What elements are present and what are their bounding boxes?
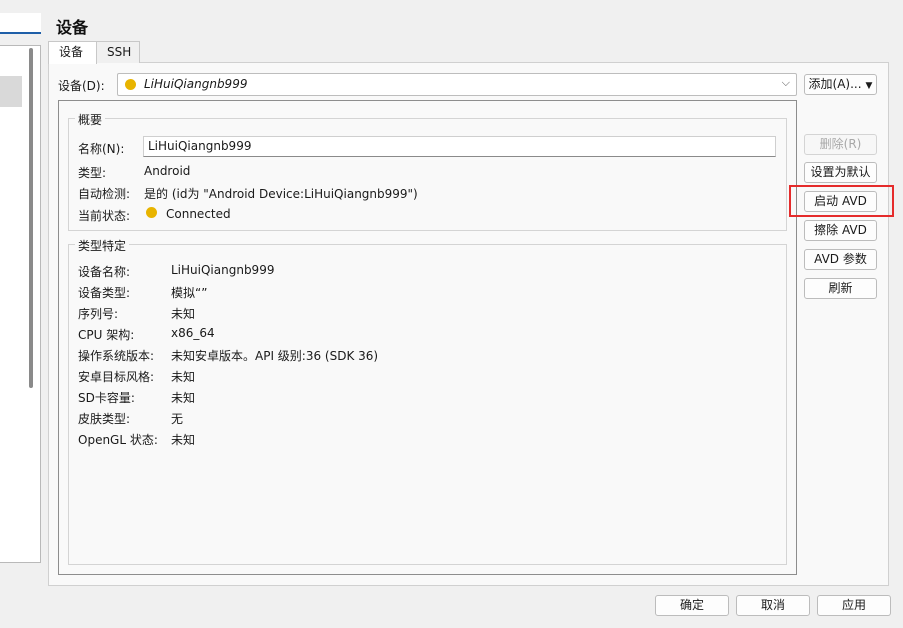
spec-value: 未知安卓版本。API 级别:36 (SDK 36)	[171, 349, 379, 363]
device-selected-value: LiHuiQiangnb999	[144, 77, 248, 91]
set-default-button[interactable]: 设置为默认	[804, 162, 877, 183]
spec-label: 安卓目标风格:	[78, 370, 155, 384]
status-dot-icon	[146, 207, 157, 218]
overview-group-title: 概要	[75, 111, 106, 128]
spec-label: 皮肤类型:	[78, 412, 131, 426]
cancel-button[interactable]: 取消	[736, 595, 810, 616]
chevron-down-icon: ⌵	[781, 76, 790, 89]
dropdown-caret-icon: ▼	[865, 81, 873, 91]
type-specific-group-title: 类型特定	[75, 237, 130, 254]
delete-button[interactable]: 删除(R)	[804, 134, 877, 155]
device-label: 设备(D):	[58, 79, 105, 93]
add-device-button[interactable]: 添加(A)... ▼	[804, 74, 877, 95]
type-value: Android	[144, 164, 191, 178]
page-title: 设备	[56, 18, 89, 37]
avd-params-button[interactable]: AVD 参数	[804, 249, 877, 270]
highlight-annotation	[789, 185, 894, 217]
spec-value: 未知	[171, 433, 196, 447]
wipe-avd-button[interactable]: 擦除 AVD	[804, 220, 877, 241]
spec-label: CPU 架构:	[78, 328, 135, 342]
ok-button[interactable]: 确定	[655, 595, 729, 616]
tab-ssh[interactable]: SSH	[96, 41, 140, 63]
spec-label: OpenGL 状态:	[78, 433, 158, 447]
spec-label: 操作系统版本:	[78, 349, 155, 363]
status-label: 当前状态:	[78, 209, 131, 223]
spec-value: 模拟“”	[171, 286, 208, 300]
left-selected-item[interactable]	[0, 76, 22, 107]
spec-label: 序列号:	[78, 307, 119, 321]
spec-value: 无	[171, 412, 184, 426]
add-button-label: 添加(A)...	[808, 77, 862, 91]
device-select[interactable]: LiHuiQiangnb999 ⌵	[117, 73, 797, 96]
spec-label: 设备名称:	[78, 265, 131, 279]
autodetect-label: 自动检测:	[78, 187, 131, 201]
type-label: 类型:	[78, 166, 107, 180]
spec-value: 未知	[171, 370, 196, 384]
left-filter-input[interactable]	[0, 13, 41, 34]
spec-value: x86_64	[171, 326, 215, 340]
autodetect-value: 是的 (id为 "Android Device:LiHuiQiangnb999"…	[144, 187, 418, 201]
tab-device[interactable]: 设备	[48, 41, 97, 64]
left-navigation-panel	[0, 0, 42, 563]
spec-value: LiHuiQiangnb999	[171, 263, 275, 277]
left-scrollbar[interactable]	[29, 48, 33, 388]
status-value: Connected	[166, 207, 231, 221]
spec-value: 未知	[171, 307, 196, 321]
spec-label: SD卡容量:	[78, 391, 135, 405]
left-tree-list[interactable]	[0, 45, 41, 563]
spec-label: 设备类型:	[78, 286, 131, 300]
name-field[interactable]: LiHuiQiangnb999	[143, 136, 776, 157]
device-status-dot	[125, 79, 136, 90]
spec-value: 未知	[171, 391, 196, 405]
name-label: 名称(N):	[78, 142, 125, 156]
apply-button[interactable]: 应用	[817, 595, 891, 616]
refresh-button[interactable]: 刷新	[804, 278, 877, 299]
